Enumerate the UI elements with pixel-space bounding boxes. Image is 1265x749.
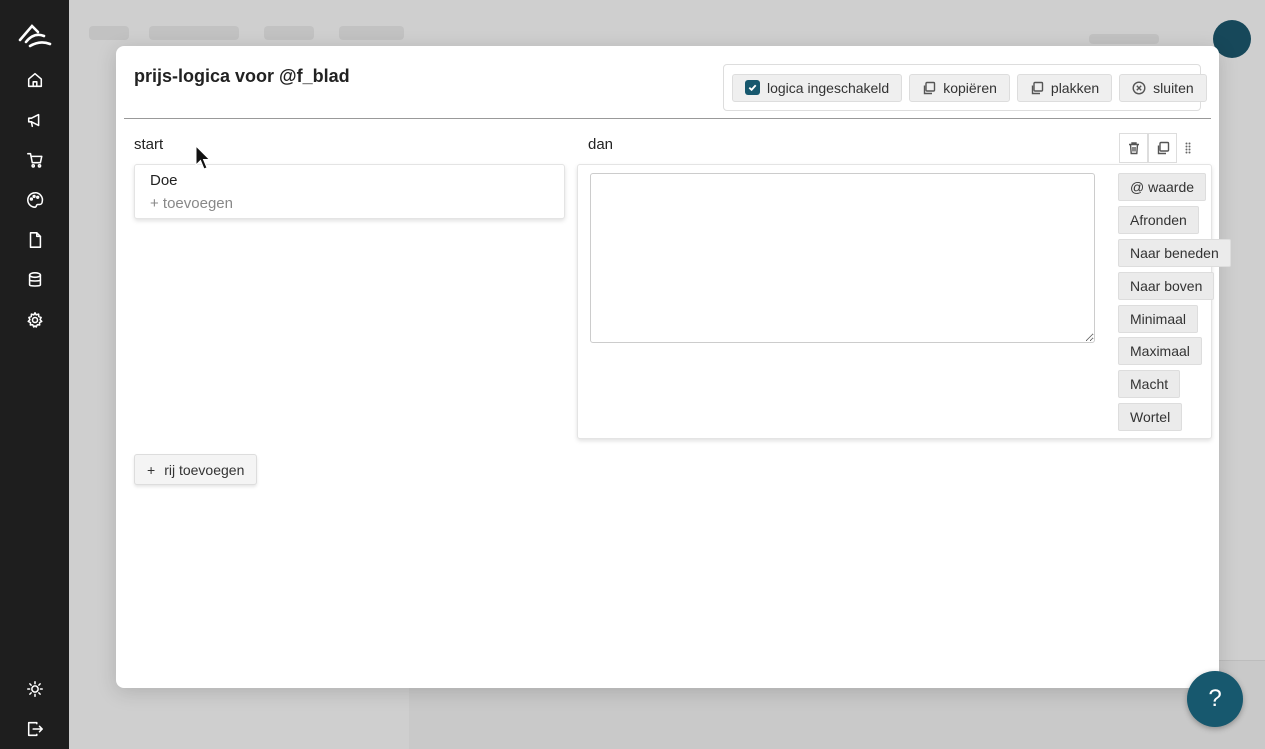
sun-icon[interactable] — [24, 678, 46, 700]
function-button-min[interactable]: Minimaal — [1118, 305, 1199, 333]
megaphone-icon[interactable] — [24, 109, 46, 131]
function-button-value[interactable]: @ waarde — [1118, 173, 1207, 201]
bg-placeholder — [89, 26, 129, 40]
copy-icon — [1157, 141, 1169, 155]
home-icon[interactable] — [24, 69, 46, 91]
bg-placeholder — [1089, 34, 1159, 44]
logout-icon[interactable] — [24, 718, 46, 740]
plus-icon: + — [147, 461, 156, 478]
modal-toolbar: logica ingeschakeld kopiëren plakken slu… — [723, 64, 1207, 111]
logic-enabled-label: logica ingeschakeld — [767, 79, 890, 96]
row-actions — [1119, 133, 1199, 163]
formula-textarea[interactable] — [590, 173, 1095, 343]
delete-row-button[interactable] — [1119, 133, 1148, 163]
bg-placeholder — [264, 26, 314, 40]
modal-title: prijs-logica voor @f_blad — [134, 66, 350, 86]
function-button-sqrt[interactable]: Wortel — [1118, 403, 1183, 431]
logic-modal: prijs-logica voor @f_blad logica ingesch… — [116, 46, 1231, 688]
database-icon[interactable] — [24, 269, 46, 291]
bg-placeholder — [339, 26, 404, 40]
copy-label: kopiëren — [943, 79, 997, 96]
start-item[interactable]: Doe — [150, 172, 178, 189]
close-label: sluiten — [1153, 79, 1194, 96]
paste-icon — [1031, 81, 1044, 94]
add-row-label: rij toevoegen — [164, 461, 245, 478]
copy-button[interactable]: kopiëren — [909, 73, 1010, 102]
help-button[interactable]: ? — [1187, 671, 1243, 727]
paste-label: plakken — [1050, 79, 1100, 96]
add-start-item-link[interactable]: + toevoegen — [150, 195, 233, 212]
gear-icon[interactable] — [24, 309, 46, 331]
divider — [124, 118, 1211, 119]
dan-box: @ waarde Afronden Naar beneden Naar bove… — [577, 164, 1231, 439]
logo-icon[interactable] — [16, 20, 54, 50]
palette-icon[interactable] — [24, 189, 46, 211]
function-button-power[interactable]: Macht — [1118, 370, 1181, 398]
cart-icon[interactable] — [24, 149, 46, 171]
drag-handle-icon[interactable] — [1177, 133, 1199, 163]
checkbox-checked-icon[interactable] — [745, 80, 760, 95]
close-icon — [1132, 80, 1146, 95]
paste-button[interactable]: plakken — [1016, 73, 1113, 102]
logic-enabled-toggle[interactable]: logica ingeschakeld — [732, 73, 903, 102]
trash-icon — [1128, 142, 1139, 155]
close-button[interactable]: sluiten — [1119, 73, 1207, 102]
add-row-button[interactable]: + rij toevoegen — [134, 454, 258, 485]
sidebar — [0, 0, 69, 749]
start-box: Doe + toevoegen — [134, 164, 565, 219]
mouse-cursor-icon — [195, 145, 211, 170]
function-button-floor[interactable]: Naar beneden — [1118, 239, 1231, 267]
bg-placeholder — [149, 26, 239, 40]
document-icon[interactable] — [24, 229, 46, 251]
start-column-label: start — [134, 136, 164, 153]
duplicate-row-button[interactable] — [1148, 133, 1177, 163]
function-button-round[interactable]: Afronden — [1118, 206, 1199, 234]
function-button-max[interactable]: Maximaal — [1118, 337, 1202, 365]
function-button-ceil[interactable]: Naar boven — [1118, 272, 1215, 300]
dan-column-label: dan — [588, 136, 614, 153]
copy-icon — [924, 81, 936, 94]
